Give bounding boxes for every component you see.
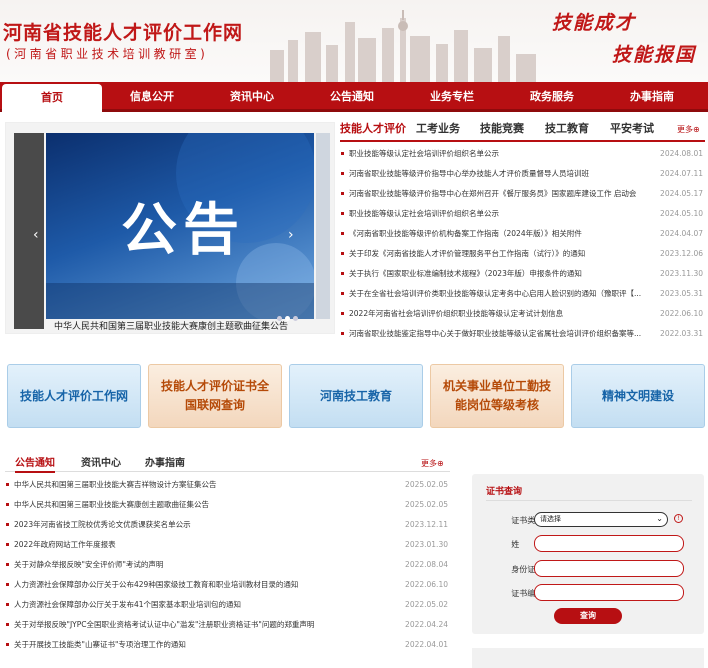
divider <box>486 500 692 501</box>
cert-query-title: 证书查询 <box>486 487 523 497</box>
nav-notices[interactable]: 公告通知 <box>302 82 402 112</box>
query-button[interactable]: 查询 <box>554 608 622 624</box>
tab-safe-exam[interactable]: 平安考试 <box>610 120 654 136</box>
list-item[interactable]: 关于印发《河南省技能人才评价管理服务平台工作指南（试行）》的通知 2023.12.… <box>340 244 705 264</box>
bottom-more-link[interactable]: 更多⊕ <box>421 458 444 469</box>
tile-talent-eval-site[interactable]: 技能人才评价工作网 <box>7 364 141 428</box>
news-tabs: 技能人才评价 工考业务 技能竞赛 技工教育 平安考试 更多⊕ <box>340 118 705 142</box>
slogan-line-1: 技能成才 <box>552 12 637 34</box>
nav-home[interactable]: 首页 <box>2 84 102 112</box>
list-item[interactable]: 关于对静众举报反映"安全评价师"考试的声明 2022.08.04 <box>5 555 450 575</box>
list-item[interactable]: 中华人民共和国第三届职业技能大赛吉祥物设计方案征集公告 2025.02.05 <box>5 475 450 495</box>
tab-exam-business[interactable]: 工考业务 <box>416 120 460 136</box>
nav-business[interactable]: 业务专栏 <box>402 82 502 112</box>
cert-type-select[interactable]: 请选择 ⌄ <box>534 512 668 527</box>
list-item[interactable]: 职业技能等级认定社会培训评价组织名单公示 2024.05.10 <box>340 204 705 224</box>
list-item[interactable]: 中华人民共和国第三届职业技能大赛康创主题歌曲征集公告 2025.02.05 <box>5 495 450 515</box>
list-item[interactable]: 2023年河南省技工院校优秀论文优质课获奖名单公示 2023.12.11 <box>5 515 450 535</box>
slide-caption[interactable]: 中华人民共和国第三届职业技能大赛康创主题歌曲征集公告 <box>54 319 288 332</box>
nav-guide[interactable]: 办事指南 <box>602 82 702 112</box>
list-item[interactable]: 河南省职业技能鉴定指导中心关于做好职业技能等级认定省属社会培训评价组织备案等..… <box>340 324 705 344</box>
tab-tech-education[interactable]: 技工教育 <box>545 120 589 136</box>
name-input[interactable] <box>534 535 684 552</box>
tile-worker-skill-exam[interactable]: 机关事业单位工勤技能岗位等级考核 <box>430 364 564 428</box>
info-icon: ! <box>674 514 683 523</box>
news-list: 职业技能等级认定社会培训评价组织名单公示 2024.08.01 河南省职业技能等级… <box>340 144 705 344</box>
list-item[interactable]: 关于开展技工技能类"山寨证书"专项治理工作的通知 2022.04.01 <box>5 635 450 655</box>
bottom-news-list: 中华人民共和国第三届职业技能大赛吉祥物设计方案征集公告 2025.02.05 中华… <box>5 475 450 655</box>
tile-civilization[interactable]: 精神文明建设 <box>571 364 705 428</box>
list-item[interactable]: 关于执行《国家职业标准编制技术规程》（2023年版）申报条件的通知 2023.11… <box>340 264 705 284</box>
list-item[interactable]: 2022年政府网站工作年度报表 2023.01.30 <box>5 535 450 555</box>
list-item[interactable]: 2022年河南省社会培训评价组织职业技能等级认定考试计划信息 2022.06.10 <box>340 304 705 324</box>
city-skyline-graphic <box>270 10 536 82</box>
tab-news-center[interactable]: 资讯中心 <box>81 454 121 469</box>
site-title: 河南省技能人才评价工作网 <box>3 22 244 44</box>
slider-next-arrow[interactable]: › <box>288 227 294 243</box>
chevron-down-icon: ⌄ <box>656 514 663 523</box>
tab-notices[interactable]: 公告通知 <box>15 454 55 473</box>
slider-prev-arrow[interactable]: ‹ <box>33 227 39 243</box>
id-number-input[interactable] <box>534 560 684 577</box>
nav-news-center[interactable]: 资讯中心 <box>202 82 302 112</box>
main-nav: 首页 信息公开 资讯中心 公告通知 业务专栏 政务服务 办事指南 <box>0 82 708 112</box>
site-header: 河南省技能人才评价工作网 (河南省职业技术培训教研室) 技能成才 技能报国 <box>0 0 708 82</box>
nav-gov-service[interactable]: 政务服务 <box>502 82 602 112</box>
tab-skill-contest[interactable]: 技能竞赛 <box>480 120 524 136</box>
cert-number-input[interactable] <box>534 584 684 601</box>
list-item[interactable]: 职业技能等级认定社会培训评价组织名单公示 2024.08.01 <box>340 144 705 164</box>
tab-guide[interactable]: 办事指南 <box>145 454 185 469</box>
tile-henan-tech-edu[interactable]: 河南技工教育 <box>289 364 423 428</box>
tile-cert-query[interactable]: 技能人才评价证书全国联网查询 <box>148 364 282 428</box>
slide-image[interactable]: 公告 <box>46 133 314 319</box>
slide-prev-preview <box>14 133 44 329</box>
list-item[interactable]: 《河南省职业技能等级评价机构备案工作指南（2024年版）》相关附件 2024.04… <box>340 224 705 244</box>
tab-talent-eval[interactable]: 技能人才评价 <box>340 120 406 136</box>
list-item[interactable]: 人力资源社会保障部办公厅关于公布429种国家级技工教育和职业培训教材目录的通知 2… <box>5 575 450 595</box>
slide-headline: 公告 <box>121 197 245 263</box>
cert-query-panel: 证书查询 证书类型: 请选择 ⌄ ! 姓 名: 身份证号: 证书编号: 查询 <box>472 474 704 634</box>
slider-dot[interactable] <box>293 316 298 321</box>
news-more-link[interactable]: 更多⊕ <box>677 124 700 135</box>
list-item[interactable]: 关于对举报反映"JYPC全国职业资格考试认证中心"滥发"注册职业资格证书"问题的… <box>5 615 450 635</box>
quick-link-tiles: 技能人才评价工作网 技能人才评价证书全国联网查询 河南技工教育 机关事业单位工勤… <box>7 364 707 428</box>
site-subtitle: (河南省职业技术培训教研室) <box>6 47 209 61</box>
list-item[interactable]: 人力资源社会保障部办公厅关于发布41个国家基本职业培训包的通知 2022.05.0… <box>5 595 450 615</box>
bottom-tabs: 公告通知 资讯中心 办事指南 更多⊕ <box>5 452 450 473</box>
image-slider[interactable]: 公告 ‹ › 中华人民共和国第三届职业技能大赛康创主题歌曲征集公告 <box>5 122 335 334</box>
list-item[interactable]: 河南省职业技能等级评价指导中心在郑州召开《餐厅服务员》国家题库建设工作 启动会 2… <box>340 184 705 204</box>
nav-info-public[interactable]: 信息公开 <box>102 82 202 112</box>
list-item[interactable]: 河南省职业技能等级评价指导中心举办技能人才评价质量督导人员培训班 2024.07.… <box>340 164 705 184</box>
slogan-line-2: 技能报国 <box>612 44 697 66</box>
bottom-panel <box>472 648 704 668</box>
slide-next-preview <box>316 133 330 319</box>
list-item[interactable]: 关于在全省社会培训评价类职业技能等级认定考务中心启用人脸识别的通知（豫职评【..… <box>340 284 705 304</box>
